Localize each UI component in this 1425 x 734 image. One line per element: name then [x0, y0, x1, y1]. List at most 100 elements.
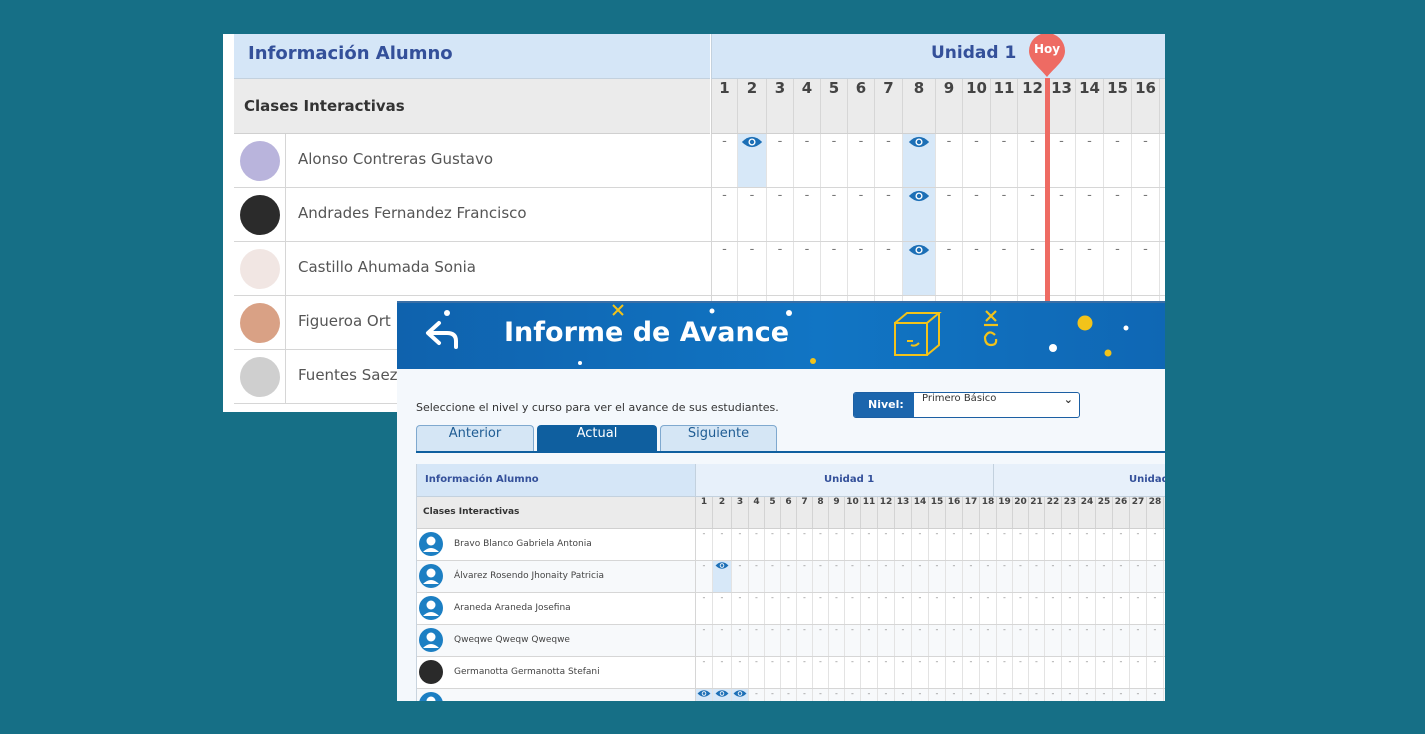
eye-icon-cell[interactable] [903, 242, 936, 295]
empty-cell: - [1130, 593, 1147, 624]
empty-cell: - [829, 625, 845, 656]
student-name: Qweqwe Qweqw Qweqwe [454, 635, 570, 645]
student-name-cell [417, 689, 696, 701]
empty-cell: - [912, 625, 929, 656]
empty-cell: - [749, 657, 765, 688]
empty-cell: - [878, 625, 895, 656]
class-number: 4 [749, 497, 765, 528]
level-select[interactable]: Nivel: Primero Básico ⌄ [853, 392, 1080, 418]
empty-cell: - [1013, 625, 1029, 656]
empty-cell: - [963, 242, 991, 295]
empty-cell: - [963, 625, 980, 656]
empty-cell: - [1062, 593, 1079, 624]
empty-cell: - [1104, 134, 1132, 187]
empty-cell: - [1048, 134, 1076, 187]
eye-icon-cell[interactable] [713, 689, 732, 701]
empty-cell: - [712, 188, 738, 241]
class-number: 2 [738, 79, 767, 133]
empty-cell: - [1079, 561, 1096, 592]
empty-cell: - [1076, 242, 1104, 295]
empty-cell: - [797, 593, 813, 624]
empty-cell: - [1113, 529, 1130, 560]
back-arrow-icon[interactable] [425, 319, 459, 349]
student-name: Germanotta Germanotta Stefani [454, 667, 600, 677]
empty-cell: - [1045, 593, 1062, 624]
student-row: Álvarez Rosendo Jhonaity Patricia - - - - - - -… [417, 561, 1165, 593]
empty-cell: - [1132, 134, 1160, 187]
class-number: 8 [813, 497, 829, 528]
tab-actual[interactable]: Actual [537, 425, 657, 451]
progress-table: Información Alumno Unidad 1 Unidad Clase… [416, 464, 1165, 701]
avatar-divider [285, 242, 286, 295]
empty-cell: - [813, 689, 829, 701]
eye-icon-cell[interactable] [696, 689, 713, 701]
avatar [240, 303, 280, 343]
empty-cell: - [991, 134, 1018, 187]
empty-cell: - [1013, 689, 1029, 701]
empty-cell: - [848, 242, 875, 295]
empty-cell: - [781, 561, 797, 592]
empty-cell: - [1104, 188, 1132, 241]
empty-cell: - [813, 625, 829, 656]
eye-icon-cell[interactable] [732, 689, 749, 701]
empty-cell: - [912, 561, 929, 592]
empty-cell: - [845, 657, 861, 688]
instruction-text: Seleccione el nivel y curso para ver el … [416, 401, 779, 414]
empty-cell: - [1096, 593, 1113, 624]
user-avatar-icon [419, 564, 443, 588]
empty-cell: - [1018, 134, 1048, 187]
today-marker: Hoy [1028, 34, 1066, 78]
eye-icon-cell[interactable] [903, 134, 936, 187]
report-banner: Informe de Avance [397, 303, 1165, 369]
empty-cell: - [929, 529, 946, 560]
empty-cell: - [980, 561, 997, 592]
empty-cell: - [1079, 689, 1096, 701]
empty-cell: - [1147, 593, 1164, 624]
student-row: Araneda Araneda Josefina - - - - - - - - - - - - - - - -… [417, 593, 1165, 625]
empty-cell: - [829, 561, 845, 592]
empty-cell: - [1062, 657, 1079, 688]
level-label: Nivel: [854, 393, 914, 417]
class-number: 23 [1062, 497, 1079, 528]
tab-anterior[interactable]: Anterior [416, 425, 534, 451]
avatar-divider [285, 296, 286, 349]
class-number: 6 [781, 497, 797, 528]
empty-cell: - [813, 561, 829, 592]
student-row: Alonso Contreras Gustavo - - - - - - - - - - - - - - [234, 134, 1165, 188]
empty-cell: - [797, 561, 813, 592]
eye-icon-cell[interactable] [738, 134, 767, 187]
empty-cell: - [997, 689, 1013, 701]
empty-cell: - [797, 657, 813, 688]
empty-cell: - [1130, 689, 1147, 701]
student-row: Qweqwe Qweqw Qweqwe - - - - - - - - - - - - - - - - - - - - -… [417, 625, 1165, 657]
eye-icon-cell[interactable] [903, 188, 936, 241]
empty-cell: - [781, 593, 797, 624]
empty-cell: - [997, 593, 1013, 624]
class-number: 9 [936, 79, 963, 133]
class-number: 12 [1018, 79, 1048, 133]
empty-cell: - [895, 657, 912, 688]
empty-cell: - [749, 561, 765, 592]
empty-cell: - [696, 561, 713, 592]
empty-cell: - [963, 134, 991, 187]
eye-icon-cell[interactable] [713, 561, 732, 592]
empty-cell: - [713, 657, 732, 688]
empty-cell: - [1062, 561, 1079, 592]
empty-cell: - [997, 529, 1013, 560]
avatar-divider [285, 134, 286, 187]
tab-underline [416, 451, 1165, 453]
empty-cell: - [738, 188, 767, 241]
empty-cell: - [781, 657, 797, 688]
user-avatar-icon [419, 532, 443, 556]
empty-cell: - [797, 689, 813, 701]
empty-cell: - [1076, 188, 1104, 241]
empty-cell: - [848, 188, 875, 241]
empty-cell: - [878, 561, 895, 592]
tab-siguiente[interactable]: Siguiente [660, 425, 777, 451]
eye-icon [715, 562, 729, 569]
student-name-cell: Qweqwe Qweqw Qweqwe [417, 625, 696, 656]
empty-cell: - [980, 689, 997, 701]
empty-cell: - [1018, 188, 1048, 241]
avatar-divider [285, 188, 286, 241]
eye-icon [697, 690, 711, 697]
